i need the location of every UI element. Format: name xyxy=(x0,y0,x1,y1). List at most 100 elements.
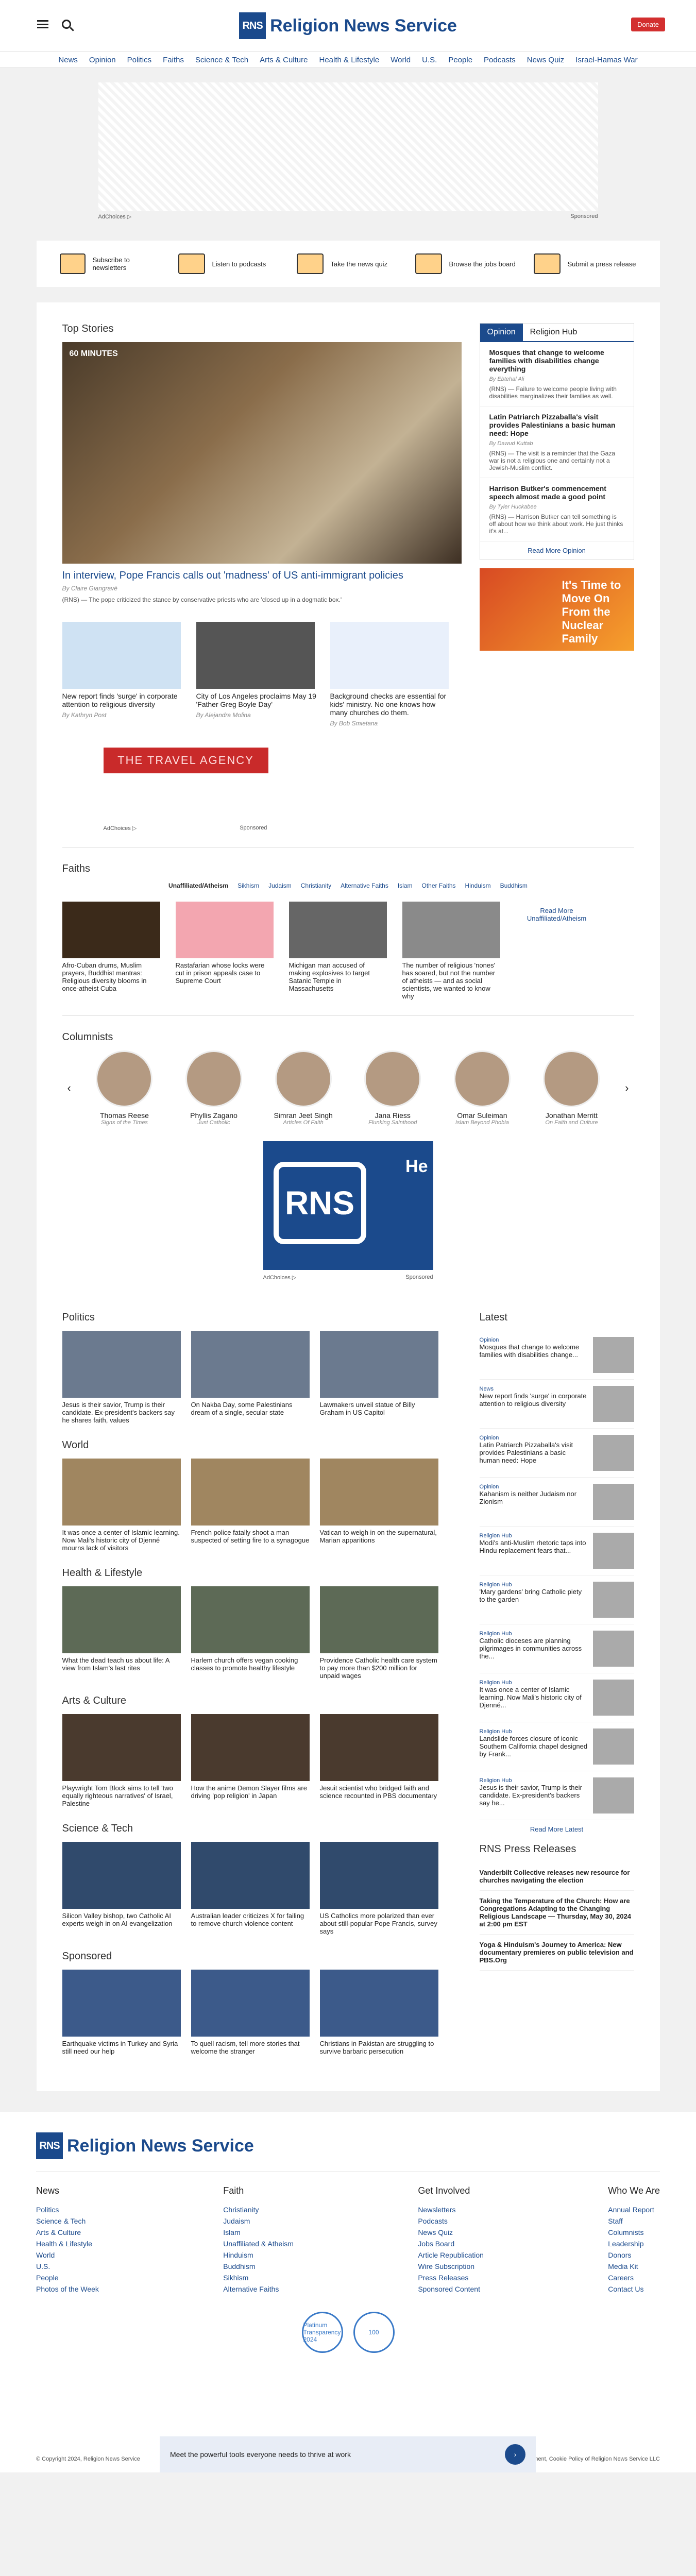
faith-card[interactable]: Michigan man accused of making explosive… xyxy=(288,902,387,992)
rns-ad[interactable]: RNS He xyxy=(263,1141,433,1270)
action-item[interactable]: Browse the jobs board xyxy=(415,253,518,274)
section-title[interactable]: Harlem church offers vegan cooking class… xyxy=(191,1656,310,1672)
section-image[interactable] xyxy=(191,1331,310,1398)
nav-link[interactable]: Podcasts xyxy=(484,56,516,64)
section-image[interactable] xyxy=(191,1459,310,1526)
latest-thumb[interactable] xyxy=(592,1386,634,1422)
section-title[interactable]: Silicon Valley bishop, two Catholic AI e… xyxy=(62,1912,181,1927)
read-more-opinion[interactable]: Read More Opinion xyxy=(480,541,634,560)
columnist-name[interactable]: Omar Suleiman xyxy=(446,1111,518,1120)
latest-title[interactable]: Jesus is their savior, Trump is their ca… xyxy=(480,1784,588,1807)
press-release[interactable]: Yoga & Hinduism's Journey to America: Ne… xyxy=(479,1935,634,1971)
section-card[interactable]: Earthquake victims in Turkey and Syria s… xyxy=(62,1970,181,2055)
adchoices-label[interactable]: AdChoices ▷ xyxy=(263,1274,297,1281)
story-image[interactable] xyxy=(62,622,181,689)
section-image[interactable] xyxy=(191,1970,310,2037)
latest-thumb[interactable] xyxy=(592,1435,634,1471)
section-image[interactable] xyxy=(319,1459,438,1526)
columnist-name[interactable]: Thomas Reese xyxy=(88,1111,160,1120)
columnist-name[interactable]: Simran Jeet Singh xyxy=(267,1111,339,1120)
hero-image[interactable]: 60 MINUTES xyxy=(62,342,462,564)
search-icon[interactable] xyxy=(62,20,71,29)
faith-tab[interactable]: Other Faiths xyxy=(422,882,456,889)
top-ad[interactable] xyxy=(98,82,598,211)
latest-title[interactable]: Modi's anti-Muslim rhetoric taps into Hi… xyxy=(480,1539,588,1554)
section-image[interactable] xyxy=(62,1714,181,1781)
footer-link[interactable]: Article Republication xyxy=(418,2251,484,2259)
story-image[interactable] xyxy=(330,622,449,689)
section-image[interactable] xyxy=(62,1842,181,1909)
footer-link[interactable]: News Quiz xyxy=(418,2228,484,2236)
footer-link[interactable]: Arts & Culture xyxy=(36,2228,99,2236)
footer-link[interactable]: Wire Subscription xyxy=(418,2262,484,2270)
footer-link[interactable]: Science & Tech xyxy=(36,2217,99,2225)
story-card[interactable]: City of Los Angeles proclaims May 19 'Fa… xyxy=(196,622,320,727)
nav-link[interactable]: Israel-Hamas War xyxy=(575,56,637,64)
nav-link[interactable]: Faiths xyxy=(163,56,184,64)
columnist[interactable]: Simran Jeet Singh Articles Of Faith xyxy=(267,1050,339,1126)
section-card[interactable]: Jesuit scientist who bridged faith and s… xyxy=(319,1714,438,1807)
faith-card[interactable]: The number of religious 'nones' has soar… xyxy=(402,902,500,1000)
section-card[interactable]: It was once a center of Islamic learning… xyxy=(62,1459,181,1552)
footer-link[interactable]: World xyxy=(36,2251,99,2259)
latest-thumb[interactable] xyxy=(592,1728,634,1765)
columnist[interactable]: Jonathan Merritt On Faith and Culture xyxy=(535,1050,607,1126)
action-item[interactable]: Listen to podcasts xyxy=(178,253,281,274)
footer-link[interactable]: Donors xyxy=(608,2251,660,2259)
opinion-title[interactable]: Harrison Butker's commencement speech al… xyxy=(489,484,624,501)
section-card[interactable]: French police fatally shoot a man suspec… xyxy=(191,1459,310,1552)
faith-tab[interactable]: Unaffiliated/Atheism xyxy=(168,882,228,889)
footer-link[interactable]: Leadership xyxy=(608,2240,660,2248)
press-release[interactable]: Vanderbilt Collective releases new resou… xyxy=(479,1862,634,1891)
footer-link[interactable]: Judaism xyxy=(223,2217,294,2225)
latest-tag[interactable]: Religion Hub xyxy=(480,1728,588,1735)
section-heading[interactable]: Health & Lifestyle xyxy=(62,1567,459,1579)
section-title[interactable]: Lawmakers unveil statue of Billy Graham … xyxy=(320,1401,438,1416)
footer-link[interactable]: Photos of the Week xyxy=(36,2285,99,2293)
latest-item[interactable]: Opinion Latin Patriarch Pizzaballa's visi… xyxy=(479,1429,634,1478)
action-item[interactable]: Take the news quiz xyxy=(296,253,400,274)
latest-item[interactable]: Religion Hub Modi's anti-Muslim rhetoric … xyxy=(479,1527,634,1575)
avatar[interactable] xyxy=(543,1050,600,1107)
latest-thumb[interactable] xyxy=(592,1777,634,1814)
avatar[interactable] xyxy=(275,1050,332,1107)
donate-button[interactable]: Donate xyxy=(631,18,665,31)
read-more-latest[interactable]: Read More Latest xyxy=(480,1820,634,1838)
latest-item[interactable]: News New report finds 'surge' in corporat… xyxy=(479,1380,634,1429)
latest-item[interactable]: Religion Hub Catholic dioceses are planni… xyxy=(479,1624,634,1673)
faith-tab[interactable]: Hinduism xyxy=(465,882,491,889)
section-card[interactable]: Christians in Pakistan are struggling to… xyxy=(319,1970,438,2055)
section-image[interactable] xyxy=(62,1586,181,1653)
avatar[interactable] xyxy=(364,1050,421,1107)
footer-link[interactable]: Islam xyxy=(223,2228,294,2236)
latest-thumb[interactable] xyxy=(592,1680,634,1716)
opinion-item[interactable]: Harrison Butker's commencement speech al… xyxy=(480,478,634,541)
section-title[interactable]: To quell racism, tell more stories that … xyxy=(191,2040,310,2055)
nav-link[interactable]: World xyxy=(391,56,411,64)
faith-image[interactable] xyxy=(288,902,387,958)
footer-link[interactable]: Sponsored Content xyxy=(418,2285,484,2293)
nav-link[interactable]: U.S. xyxy=(422,56,437,64)
nav-link[interactable]: News xyxy=(58,56,78,64)
faith-image[interactable] xyxy=(175,902,274,958)
latest-thumb[interactable] xyxy=(592,1337,634,1373)
footer-link[interactable]: Podcasts xyxy=(418,2217,484,2225)
footer-link[interactable]: Careers xyxy=(608,2274,660,2282)
site-logo[interactable]: RNS Religion News Service xyxy=(239,12,457,39)
arrow-right-icon[interactable]: › xyxy=(505,2444,525,2465)
latest-title[interactable]: Mosques that change to welcome families … xyxy=(480,1343,588,1359)
section-heading[interactable]: Arts & Culture xyxy=(62,1695,459,1707)
section-card[interactable]: US Catholics more polarized than ever ab… xyxy=(319,1842,438,1935)
section-image[interactable] xyxy=(319,1714,438,1781)
footer-link[interactable]: Christianity xyxy=(223,2206,294,2214)
columnist-name[interactable]: Phyllis Zagano xyxy=(178,1111,250,1120)
footer-logo[interactable]: RNS Religion News Service xyxy=(36,2132,660,2172)
section-title[interactable]: Playwright Tom Block aims to tell 'two e… xyxy=(62,1784,181,1807)
latest-thumb[interactable] xyxy=(592,1631,634,1667)
section-image[interactable] xyxy=(319,1586,438,1653)
travel-agency-ad[interactable]: THE TRAVEL AGENCY xyxy=(103,748,268,773)
avatar[interactable] xyxy=(453,1050,511,1107)
section-card[interactable]: On Nakba Day, some Palestinians dream of… xyxy=(191,1331,310,1424)
faith-card[interactable]: Afro-Cuban drums, Muslim prayers, Buddhi… xyxy=(62,902,160,992)
nav-link[interactable]: People xyxy=(448,56,472,64)
